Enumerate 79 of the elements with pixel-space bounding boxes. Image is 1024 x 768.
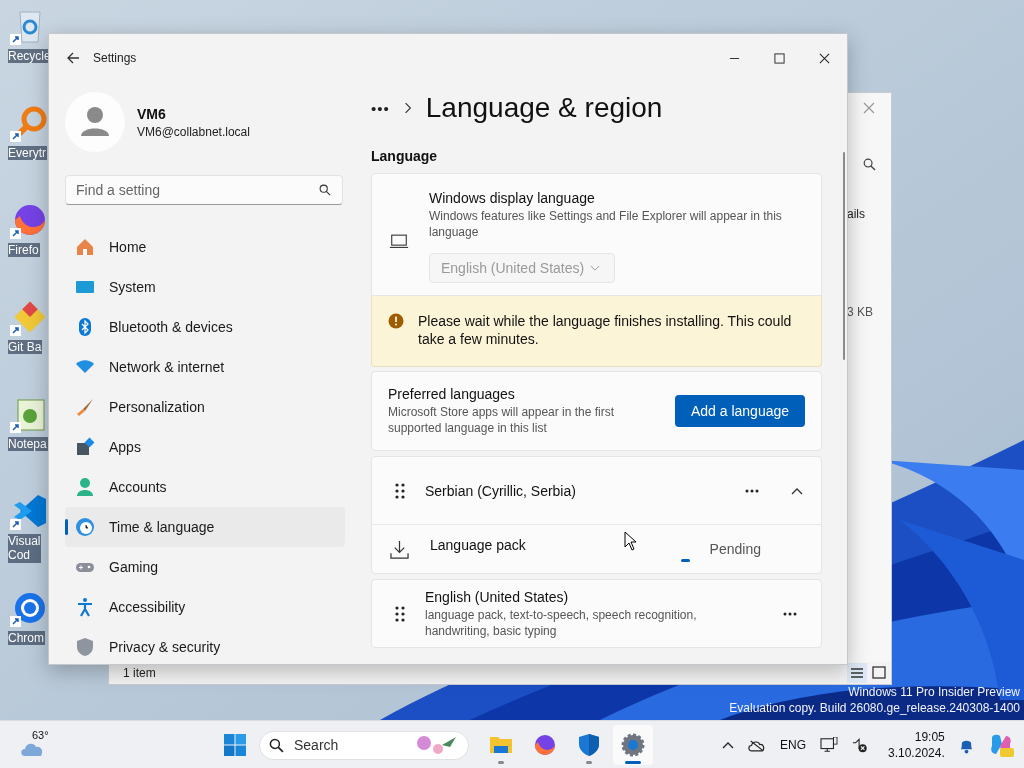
- status-text: 1 item: [123, 666, 157, 680]
- icon-label: Git Ba: [8, 340, 43, 355]
- icon-label: Everytr: [8, 146, 47, 161]
- nav-item[interactable]: Home: [65, 227, 345, 267]
- watermark-text: Windows 11 Pro Insider Preview: [848, 684, 1020, 700]
- nav-item[interactable]: Apps: [65, 427, 345, 467]
- shield-icon: [577, 733, 601, 757]
- chevron-right-icon: [403, 102, 412, 114]
- more-options-icon[interactable]: [783, 611, 797, 616]
- language-indicator[interactable]: ENG: [780, 738, 806, 752]
- home-icon: [75, 237, 95, 257]
- add-language-button[interactable]: Add a language: [675, 395, 805, 427]
- accounts-icon: [75, 477, 95, 497]
- find-setting-field[interactable]: Find a setting: [65, 175, 343, 205]
- search-icon[interactable]: [862, 158, 876, 171]
- flowers-icon: [414, 733, 458, 757]
- nav-item[interactable]: Bluetooth & devices: [65, 307, 345, 347]
- laptop-icon: [389, 234, 409, 249]
- language-features: language pack, text-to-speech, speech recognition, handwriting, basic typing: [425, 606, 698, 639]
- fox-globe-icon: [533, 733, 557, 757]
- monitor-icon[interactable]: [820, 737, 838, 753]
- privacy-icon: [75, 637, 95, 657]
- cloud-off-icon[interactable]: [748, 738, 766, 752]
- icon-label: Chrom: [8, 631, 45, 646]
- chevron-up-icon[interactable]: [791, 486, 803, 495]
- clock-date[interactable]: 3.10.2024.: [888, 745, 945, 761]
- search-icon: [269, 737, 284, 753]
- language-name: English (United States): [425, 588, 570, 605]
- download-icon: [390, 539, 409, 559]
- nav-item[interactable]: Accounts: [65, 467, 345, 507]
- drag-handle-icon[interactable]: [395, 605, 405, 622]
- mouse-pointer-icon: [624, 531, 636, 551]
- scrollbar[interactable]: [843, 152, 845, 360]
- search-icon[interactable]: [319, 184, 331, 196]
- nav-item[interactable]: Privacy & security: [65, 627, 345, 667]
- chevron-up-icon[interactable]: [722, 741, 734, 749]
- nav-item[interactable]: Gaming: [65, 547, 345, 587]
- toolbar-text[interactable]: ails: [847, 207, 865, 221]
- section-heading: Language: [371, 148, 439, 164]
- card-description: Windows features like Settings and File Explorer will appear in this language: [429, 208, 783, 240]
- taskbar-search-field[interactable]: Search: [259, 730, 469, 760]
- nav-item[interactable]: Personalization: [65, 387, 345, 427]
- user-email: VM6@collabnet.local: [137, 124, 250, 139]
- clock-time[interactable]: 19:05: [914, 729, 945, 745]
- taskbar-app[interactable]: [613, 725, 653, 765]
- warning-icon: [388, 313, 404, 329]
- temperature-text[interactable]: 63°: [32, 729, 49, 741]
- icon-label: Firefo: [8, 243, 40, 258]
- accessibility-icon: [75, 597, 95, 617]
- card-title: Windows display language: [429, 190, 596, 206]
- speaker-muted-icon[interactable]: [852, 737, 868, 753]
- more-options-icon[interactable]: [745, 488, 759, 493]
- warning-text: Please wait while the language finishes installing. This could take a few minutes.: [418, 312, 793, 348]
- back-arrow-icon[interactable]: [66, 51, 80, 65]
- start-icon[interactable]: [223, 733, 247, 757]
- drag-handle-icon[interactable]: [395, 482, 405, 499]
- nav-item[interactable]: Time & language: [65, 507, 345, 547]
- watermark-text: Evaluation copy. Build 26080.ge_release.240308-1400: [729, 700, 1020, 716]
- icon-label: Notepa: [8, 437, 48, 452]
- nav-item[interactable]: Accessibility: [65, 587, 345, 627]
- status-text: Pending: [709, 541, 761, 557]
- feature-name: Language pack: [430, 537, 526, 553]
- nav-item[interactable]: Network & internet: [65, 347, 345, 387]
- card-title: Preferred languages: [388, 386, 516, 402]
- window-title: Settings: [93, 51, 137, 65]
- breadcrumb-button[interactable]: •••: [371, 99, 390, 117]
- language-name: Serbian (Cyrillic, Serbia): [425, 482, 577, 499]
- chevron-down-icon: [590, 264, 600, 272]
- apps-icon: [75, 437, 95, 457]
- icon-label: Visual Cod: [8, 534, 42, 563]
- nav-item[interactable]: System: [65, 267, 345, 307]
- file-size: 3 KB: [847, 305, 873, 319]
- details-view-icon[interactable]: [847, 663, 867, 683]
- card-description: Microsoft Store apps will appear in the first supported language in this list: [388, 404, 616, 436]
- page-title: Language & region: [425, 92, 663, 124]
- user-name: VM6: [137, 105, 167, 122]
- avatar-icon: [65, 92, 125, 152]
- time-icon: [75, 517, 95, 537]
- gear-icon: [621, 733, 645, 757]
